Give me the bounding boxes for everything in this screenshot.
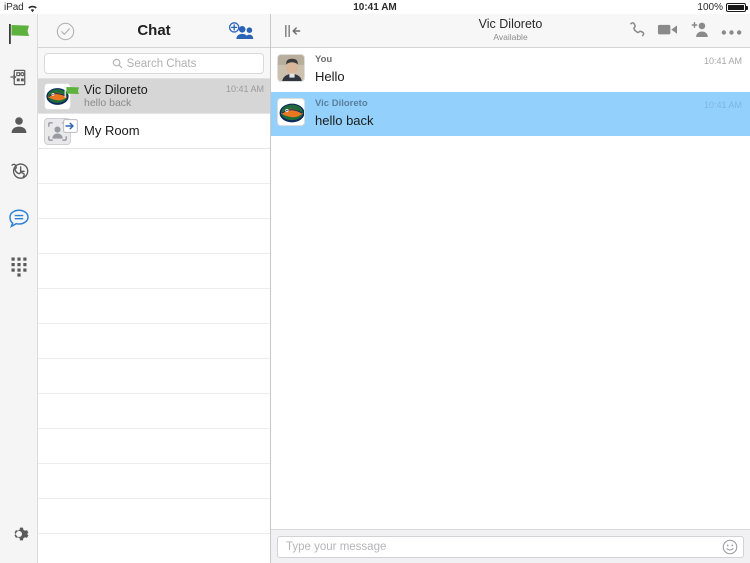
gear-icon — [14, 527, 29, 540]
list-item — [38, 324, 270, 359]
phone-icon — [630, 22, 645, 37]
avatar — [44, 82, 79, 110]
rail-item-history[interactable] — [0, 148, 38, 195]
video-camera-icon — [657, 24, 678, 35]
chat-list-empty-rows — [38, 149, 270, 534]
status-bar-time: 10:41 AM — [353, 1, 397, 13]
message-timestamp: 10:41 AM — [703, 56, 742, 66]
gator-avatar — [277, 98, 305, 126]
list-item — [38, 254, 270, 289]
rail-bottom-group — [0, 510, 38, 557]
green-flag-icon — [9, 24, 29, 44]
list-item — [38, 184, 270, 219]
list-item — [38, 359, 270, 394]
call-history-icon — [10, 163, 28, 179]
battery-full-icon — [726, 2, 748, 12]
rail-item-contacts[interactable] — [0, 101, 38, 148]
more-options-button[interactable] — [721, 23, 742, 41]
chat-row-time: 10:41 AM — [225, 84, 264, 94]
chat-list-row-my-room[interactable]: My Room — [38, 114, 270, 149]
battery-percent-label: 100% — [697, 1, 723, 13]
available-flag-icon — [64, 85, 80, 97]
message-input[interactable] — [278, 536, 743, 557]
file-transfer-icon — [9, 69, 25, 86]
add-participant-button[interactable] — [690, 21, 709, 43]
check-circle-icon[interactable] — [56, 22, 75, 41]
message-row: Vic Diloreto hello back 10:41 AM — [271, 92, 750, 136]
search-bar: Search Chats — [38, 48, 270, 79]
person-icon — [11, 116, 27, 133]
list-item — [38, 149, 270, 184]
list-item — [38, 499, 270, 534]
chat-bubble-icon — [9, 209, 29, 229]
smiley-icon[interactable] — [722, 539, 738, 555]
list-item — [38, 464, 270, 499]
message-input-wrapper[interactable] — [277, 535, 744, 558]
message-body: You Hello — [315, 54, 750, 86]
audio-call-button[interactable] — [628, 21, 645, 43]
rail-item-status[interactable] — [0, 14, 38, 54]
conversation-header: Vic Diloreto Available — [271, 14, 750, 48]
message-body: Vic Diloreto hello back — [315, 98, 750, 130]
avatar — [44, 117, 78, 145]
rail-item-chat[interactable] — [0, 195, 38, 242]
dialpad-icon — [11, 257, 27, 277]
chat-list-header: Chat — [38, 14, 270, 48]
rail-item-settings[interactable] — [0, 510, 38, 557]
list-item — [38, 289, 270, 324]
message-author: Vic Diloreto — [315, 98, 368, 109]
add-person-icon — [691, 22, 708, 38]
chat-row-name: My Room — [84, 123, 140, 138]
user-photo-avatar — [277, 54, 305, 82]
ipad-chat-app: iPad 10:41 AM 100% Chat Search Chats Sea… — [0, 0, 750, 563]
chat-row-preview: hello back — [84, 96, 132, 109]
ellipsis-icon — [721, 30, 742, 35]
enter-room-icon — [63, 118, 78, 133]
message-timestamp: 10:41 AM — [703, 100, 742, 110]
status-bar-right: 100% — [697, 1, 748, 13]
search-chats-box[interactable]: Search Chats — [44, 53, 264, 74]
video-call-button[interactable] — [657, 22, 678, 42]
chat-list-panel: Chat Search Chats Search Chats Vic Dilor… — [38, 14, 271, 563]
message-text: Hello — [315, 69, 345, 84]
message-list: You Hello 10:41 AM Vic Diloreto hello ba… — [271, 48, 750, 529]
conversation-panel: Vic Diloreto Available You Hello 10:41 A… — [271, 14, 750, 563]
rail-item-transfers[interactable] — [0, 54, 38, 101]
conversation-actions — [628, 21, 742, 43]
left-nav-rail — [0, 14, 38, 563]
list-item — [38, 394, 270, 429]
message-text: hello back — [315, 113, 374, 128]
message-author: You — [315, 54, 333, 65]
status-bar: iPad 10:41 AM 100% — [0, 0, 750, 14]
list-item — [38, 429, 270, 464]
list-item — [38, 219, 270, 254]
add-people-icon[interactable] — [226, 21, 256, 41]
chat-row-texts: My Room — [84, 124, 270, 138]
message-composer — [271, 529, 750, 563]
chat-list-row-vic-diloreto[interactable]: Vic Diloreto hello back 10:41 AM — [38, 79, 270, 114]
search-input[interactable] — [45, 54, 263, 73]
rail-item-keypad[interactable] — [0, 242, 38, 289]
message-row: You Hello 10:41 AM — [271, 48, 750, 92]
